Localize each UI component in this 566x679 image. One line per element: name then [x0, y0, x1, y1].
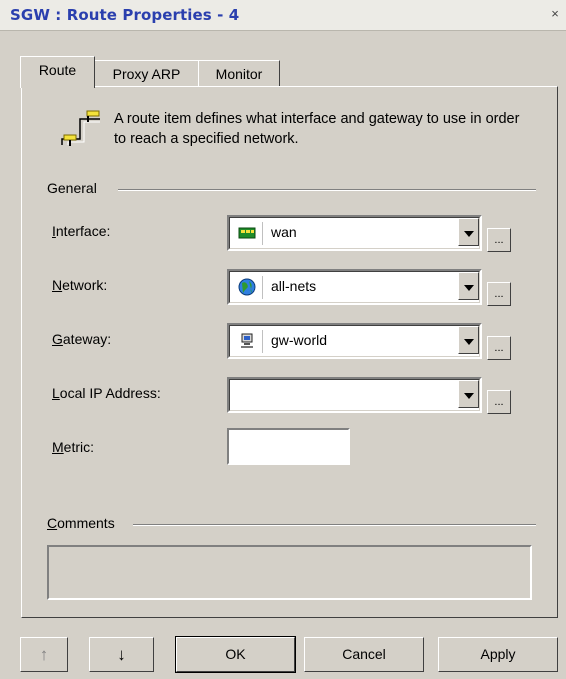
title-bar: SGW : Route Properties - 4 × — [0, 0, 566, 31]
route-properties-dialog: SGW : Route Properties - 4 × Route Proxy… — [0, 0, 566, 679]
computer-icon — [241, 333, 253, 348]
tab-proxy-arp-label: Proxy ARP — [112, 66, 181, 82]
metric-input[interactable] — [227, 428, 350, 465]
network-select[interactable]: all-nets — [227, 269, 482, 305]
comments-field[interactable] — [47, 545, 532, 600]
tab-monitor-label: Monitor — [215, 66, 263, 82]
tab-proxy-arp[interactable]: Proxy ARP — [94, 60, 199, 87]
route-icon — [61, 110, 100, 146]
gateway-label: Gateway: — [52, 331, 112, 347]
tab-route[interactable]: Route — [20, 56, 95, 88]
network-dropdown-icon[interactable] — [458, 272, 479, 300]
gateway-value: gw-world — [271, 332, 328, 348]
gateway-select[interactable]: gw-world — [227, 323, 482, 359]
gateway-browse-button[interactable]: ... — [487, 336, 511, 360]
gateway-label-rest: ateway: — [62, 331, 112, 347]
interface-browse-button[interactable]: ... — [487, 228, 511, 252]
interface-label: Interface: — [52, 223, 111, 239]
interface-icon — [238, 227, 256, 239]
local-ip-label: Local IP Address: — [52, 385, 161, 401]
interface-value: wan — [271, 224, 297, 240]
close-icon[interactable]: × — [547, 6, 563, 22]
network-label-rest: etwork: — [62, 277, 108, 293]
route-description: A route item defines what interface and … — [114, 111, 520, 147]
move-up-button[interactable]: ↑ — [20, 637, 68, 672]
globe-icon — [238, 278, 256, 296]
interface-label-rest: nterface: — [55, 223, 111, 239]
metric-label-rest: etric: — [63, 439, 95, 455]
local-ip-label-rest: ocal IP Address: — [59, 385, 161, 401]
local-ip-select[interactable] — [227, 377, 482, 413]
comments-divider — [133, 524, 536, 526]
general-divider — [118, 189, 536, 191]
arrow-up-icon: ↑ — [39, 645, 49, 664]
metric-label: Metric: — [52, 439, 95, 455]
tab-route-label: Route — [38, 62, 77, 78]
interface-dropdown-icon[interactable] — [458, 218, 479, 246]
comments-section-label: Comments — [47, 515, 120, 531]
arrow-down-icon: ↓ — [117, 645, 126, 664]
window-title: SGW : Route Properties - 4 — [10, 6, 240, 24]
apply-button[interactable]: Apply — [438, 637, 558, 672]
network-browse-button[interactable]: ... — [487, 282, 511, 306]
comments-label-rest: omments — [57, 515, 115, 531]
cancel-button[interactable]: Cancel — [304, 637, 424, 672]
interface-select[interactable]: wan — [227, 215, 482, 251]
ok-button[interactable]: OK — [175, 636, 296, 673]
general-section-label: General — [47, 180, 102, 196]
tab-monitor[interactable]: Monitor — [198, 60, 280, 87]
network-value: all-nets — [271, 278, 317, 294]
network-label: Network: — [52, 277, 108, 293]
gateway-dropdown-icon[interactable] — [458, 326, 479, 354]
move-down-button[interactable]: ↓ — [89, 637, 154, 672]
local-ip-dropdown-icon[interactable] — [458, 380, 479, 408]
local-ip-browse-button[interactable]: ... — [487, 390, 511, 414]
